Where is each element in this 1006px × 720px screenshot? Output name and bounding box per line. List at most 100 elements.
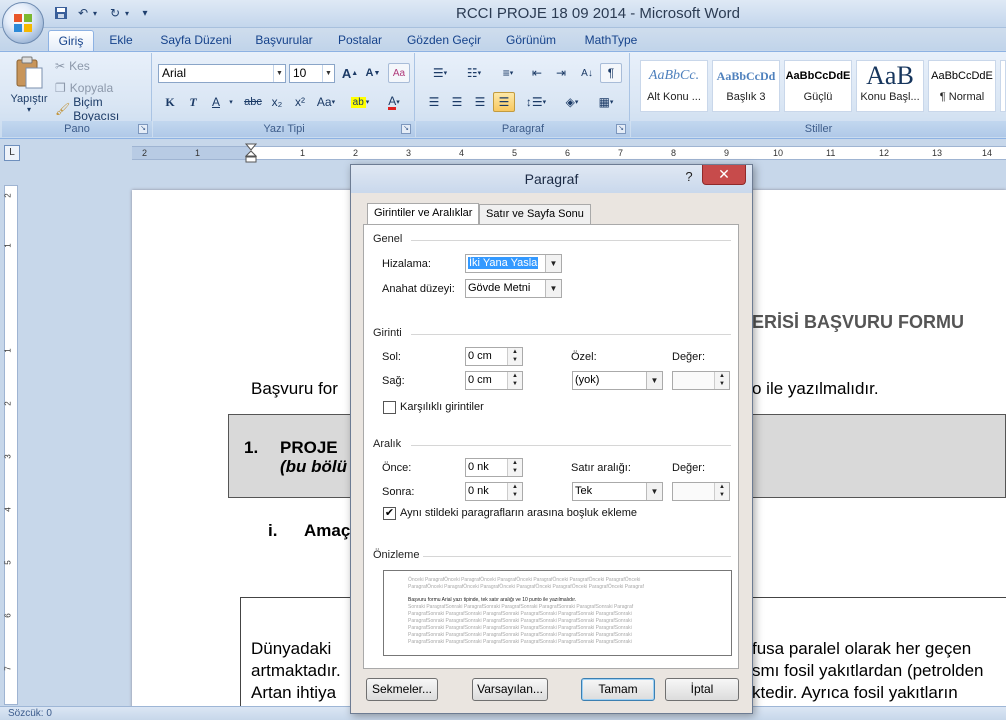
style-baslik-3[interactable]: AaBbCcDd Başlık 3	[712, 60, 780, 112]
indent-value-input[interactable]: ▲ ▼	[672, 371, 730, 390]
horizontal-ruler[interactable]: 2 1 1 2 3 4 5 6 7 8 9 10 11 12 13 14	[132, 146, 1006, 160]
tabs-button[interactable]: Sekmeler...	[366, 678, 438, 701]
style-guclu[interactable]: AaBbCcDdE Güçlü	[784, 60, 852, 112]
tab-ekle[interactable]: Ekle	[100, 30, 142, 52]
tab-girintiler-ve-araliklar[interactable]: Girintiler ve Aralıklar	[367, 203, 480, 225]
shrink-font-button[interactable]: A ▼	[363, 63, 383, 83]
spacing-value-input[interactable]: ▲ ▼	[672, 482, 730, 501]
section-divider	[411, 240, 731, 241]
indent-marker-icon[interactable]	[244, 143, 258, 163]
doc-text-line: smı fosil yakıtlardan (petrolden	[752, 661, 984, 680]
tab-mathtype[interactable]: MathType	[576, 30, 646, 52]
tab-gorunum[interactable]: Görünüm	[498, 30, 564, 52]
italic-button[interactable]: T	[183, 92, 203, 112]
word-count[interactable]: Sözcük: 0	[8, 708, 52, 719]
doc-heading-fragment: ERİSİ BAŞVURU FORMU	[752, 312, 965, 332]
shading-button[interactable]: ◈ ▾	[556, 92, 588, 112]
highlight-button[interactable]: ab ▾	[344, 92, 376, 112]
paste-dropdown-icon[interactable]: ▾	[10, 105, 48, 114]
font-dropdown-icon[interactable]: ▼	[273, 65, 285, 82]
sort-button[interactable]: A↓	[576, 63, 598, 83]
help-icon[interactable]: ?	[681, 168, 697, 186]
cut-button[interactable]: ✂ Kes	[54, 56, 114, 76]
style-next-partial[interactable]	[1000, 60, 1006, 112]
no-space-same-style-checkbox[interactable]: ✔	[383, 507, 396, 520]
chevron-down-icon[interactable]: ▼	[545, 255, 561, 272]
show-marks-button[interactable]: ¶	[600, 63, 622, 83]
font-name-combo[interactable]: Arial ▼	[158, 64, 286, 83]
tab-postalar[interactable]: Postalar	[330, 30, 390, 52]
office-button[interactable]	[2, 2, 44, 44]
decrease-indent-button[interactable]: ⇤	[526, 63, 548, 83]
underline-button[interactable]: A	[206, 92, 226, 112]
special-select[interactable]: (yok) ▼	[572, 371, 663, 390]
align-center-button[interactable]: ☰	[447, 92, 467, 112]
spinner-icon[interactable]: ▲ ▼	[714, 372, 729, 389]
font-dialog-launcher-icon[interactable]: ↘	[401, 124, 411, 134]
close-icon[interactable]: ✕	[702, 165, 746, 185]
align-left-button[interactable]: ☰	[424, 92, 444, 112]
format-painter-button[interactable]: 🖌 Biçim Boyacısı	[54, 95, 150, 123]
cancel-button[interactable]: İptal	[665, 678, 739, 701]
paste-button[interactable]: Yapıştır ▾	[10, 56, 48, 118]
borders-button[interactable]: ▦ ▾	[590, 92, 622, 112]
font-size-combo[interactable]: 10 ▼	[289, 64, 335, 83]
ruler-number: 12	[879, 148, 890, 158]
line-spacing-button[interactable]: ↕☰ ▾	[520, 92, 552, 112]
multilevel-list-button[interactable]: ≡ ▾	[492, 63, 524, 83]
strikethrough-button[interactable]: abc	[240, 92, 266, 112]
style-name: Başlık 3	[726, 91, 766, 103]
spinner-icon[interactable]: ▲ ▼	[507, 348, 522, 365]
style-alt-konu[interactable]: AaBbCc. Alt Konu ...	[640, 60, 708, 112]
tab-satir-ve-sayfa-sonu[interactable]: Satır ve Sayfa Sonu	[479, 204, 591, 225]
mirror-indents-checkbox[interactable]	[383, 401, 396, 414]
indent-left-input[interactable]: 0 cm ▲ ▼	[465, 347, 523, 366]
tab-giris[interactable]: Giriş	[48, 30, 94, 52]
mirror-indents-label: Karşılıklı girintiler	[400, 401, 484, 413]
tab-basvurular[interactable]: Başvurular	[248, 30, 320, 52]
alignment-select[interactable]: İki Yana Yasla ▼	[465, 254, 562, 273]
pano-dialog-launcher-icon[interactable]: ↘	[138, 124, 148, 134]
tab-selector-icon[interactable]: L	[4, 145, 20, 161]
numbering-button[interactable]: ☷ ▾	[458, 63, 490, 83]
size-dropdown-icon[interactable]: ▼	[322, 65, 334, 82]
bold-button[interactable]: K	[160, 92, 180, 112]
subscript-button[interactable]: x₂	[267, 92, 287, 112]
clear-format-button[interactable]: Aa	[388, 63, 410, 83]
space-before-input[interactable]: 0 nk ▲ ▼	[465, 458, 523, 477]
paragraph-dialog-launcher-icon[interactable]: ↘	[616, 124, 626, 134]
chevron-down-icon[interactable]: ▼	[545, 280, 561, 297]
vertical-ruler[interactable]: 2 1 1 2 3 4 5 6 7	[4, 185, 18, 705]
underline-dropdown-icon[interactable]: ▾	[226, 92, 236, 112]
scissors-icon: ✂	[55, 59, 66, 73]
indent-right-input[interactable]: 0 cm ▲ ▼	[465, 371, 523, 390]
style-konu-basligi[interactable]: AaB Konu Başl...	[856, 60, 924, 112]
increase-indent-button[interactable]: ⇥	[550, 63, 572, 83]
style-normal[interactable]: AaBbCcDdE ¶ Normal	[928, 60, 996, 112]
ruler-number: 10	[773, 148, 784, 158]
style-sample: AaBbCcDd	[716, 69, 776, 83]
ok-button[interactable]: Tamam	[581, 678, 655, 701]
spinner-icon[interactable]: ▲ ▼	[507, 459, 522, 476]
shrink-font-icon: A	[365, 67, 374, 79]
superscript-button[interactable]: x²	[290, 92, 310, 112]
justify-button[interactable]: ☰	[493, 92, 515, 112]
window-title: RCCI PROJE 18 09 2014 - Microsoft Word	[456, 5, 740, 22]
bullets-button[interactable]: ☰ ▾	[424, 63, 456, 83]
spinner-icon[interactable]: ▲ ▼	[507, 483, 522, 500]
chevron-down-icon[interactable]: ▼	[646, 483, 662, 500]
space-after-input[interactable]: 0 nk ▲ ▼	[465, 482, 523, 501]
grow-font-button[interactable]: A ▲	[340, 63, 360, 83]
outline-select[interactable]: Gövde Metni ▼	[465, 279, 562, 298]
font-color-button[interactable]: A ▾	[378, 92, 410, 112]
defaults-button[interactable]: Varsayılan...	[472, 678, 548, 701]
spinner-icon[interactable]: ▲ ▼	[507, 372, 522, 389]
doc-text-line: Başvuru for	[251, 379, 338, 398]
spinner-icon[interactable]: ▲ ▼	[714, 483, 729, 500]
align-right-button[interactable]: ☰	[470, 92, 490, 112]
change-case-button[interactable]: Aa ▾	[313, 92, 339, 112]
tab-sayfa-duzeni[interactable]: Sayfa Düzeni	[154, 30, 238, 52]
chevron-down-icon[interactable]: ▼	[646, 372, 662, 389]
tab-gozden-gecir[interactable]: Gözden Geçir	[400, 30, 488, 52]
line-spacing-select[interactable]: Tek ▼	[572, 482, 663, 501]
